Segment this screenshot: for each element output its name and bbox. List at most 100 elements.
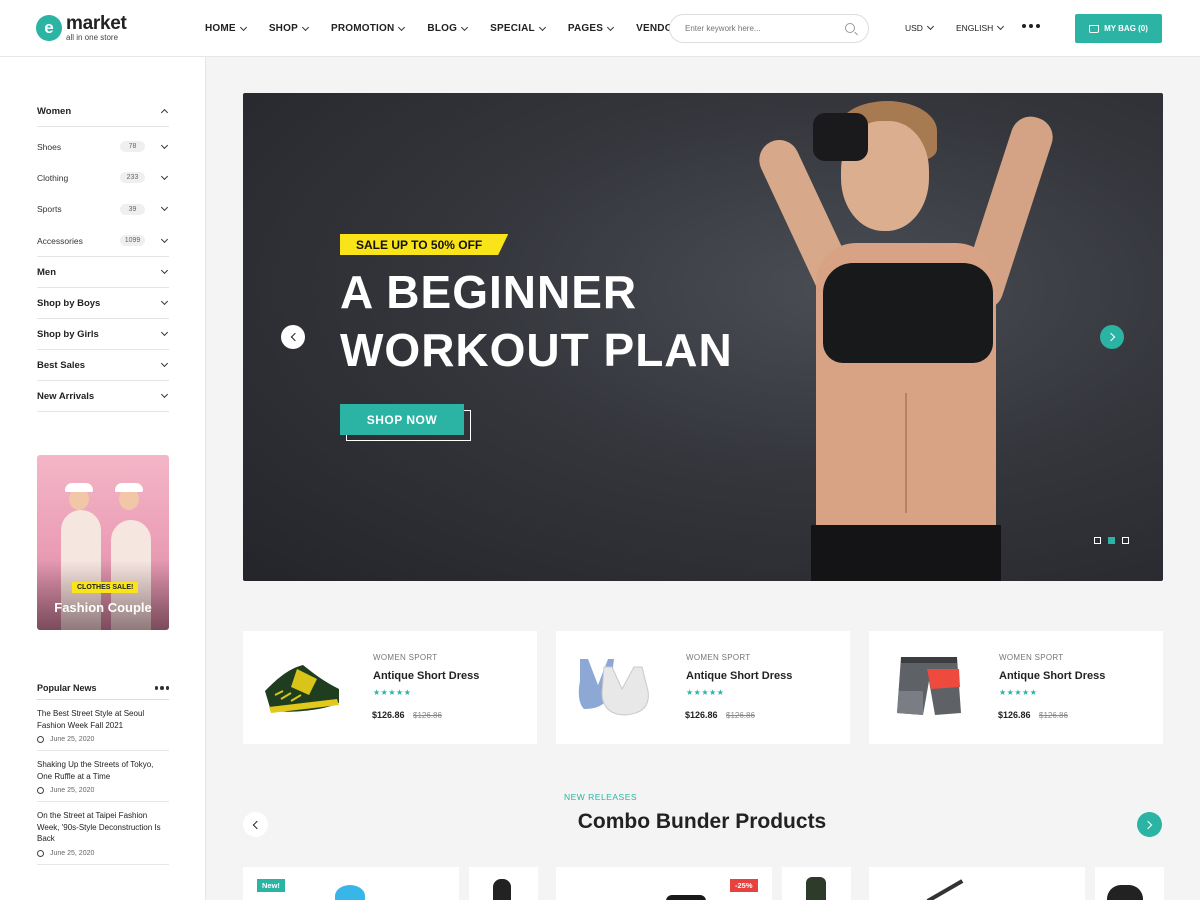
chevron-down-icon [607, 23, 615, 31]
product-price: $126.86 [372, 710, 405, 720]
cap-icon [65, 483, 93, 492]
section-subtitle: NEW RELEASES [563, 792, 638, 802]
product-old-price: $126.86 [413, 711, 442, 720]
hero-sale-badge: SALE UP TO 50% OFF [340, 234, 509, 255]
combo-product-thumb[interactable] [782, 867, 851, 900]
category-best-sales[interactable]: Best Sales [37, 350, 169, 382]
hero-slider: SALE UP TO 50% OFF A BEGINNER WORKOUT PL… [243, 93, 1163, 581]
combo-next-button[interactable] [1137, 812, 1162, 837]
combo-product-card[interactable]: New! [243, 867, 459, 900]
hero-prev-button[interactable] [281, 325, 305, 349]
combo-product-thumb[interactable] [469, 867, 538, 900]
subcategory-shoes[interactable]: Shoes 78 [37, 131, 169, 162]
product-card[interactable]: WOMEN SPORT Antique Short Dress ★★★★★ $1… [556, 631, 850, 744]
combo-prev-button[interactable] [243, 812, 268, 837]
popular-news: Popular News The Best Street Style at Se… [37, 677, 169, 865]
chevron-up-icon [160, 108, 169, 116]
chevron-down-icon [160, 329, 169, 337]
search-input[interactable] [685, 24, 835, 33]
search-box [669, 14, 869, 43]
top-header: e market all in one store HOME SHOP PROM… [0, 0, 1200, 57]
hero-model-image [752, 93, 1071, 581]
chevron-down-icon [461, 23, 469, 31]
shop-now-button[interactable]: SHOP NOW [340, 404, 464, 435]
product-price: $126.86 [998, 710, 1031, 720]
nav-special[interactable]: SPECIAL [490, 23, 546, 34]
product-old-price: $126.86 [726, 711, 755, 720]
chevron-down-icon [926, 22, 934, 31]
nav-blog[interactable]: BLOG [427, 23, 469, 34]
subcategory-sports[interactable]: Sports 39 [37, 194, 169, 225]
combo-product-card[interactable]: -25% [556, 867, 772, 900]
nav-promotion[interactable]: PROMOTION [331, 23, 406, 34]
chevron-left-icon [252, 820, 262, 829]
product-image [926, 879, 964, 900]
news-item[interactable]: The Best Street Style at Seoul Fashion W… [37, 700, 169, 751]
shorts-image [897, 657, 961, 715]
product-image [1107, 885, 1143, 900]
logo-tagline: all in one store [66, 33, 119, 42]
product-name[interactable]: Antique Short Dress [373, 670, 479, 682]
product-name[interactable]: Antique Short Dress [686, 670, 792, 682]
more-options-icon[interactable] [154, 686, 169, 690]
slider-dot[interactable] [1094, 537, 1101, 544]
news-item[interactable]: Shaking Up the Streets of Tokyo, One Ruf… [37, 751, 169, 802]
slider-dot[interactable] [1108, 537, 1115, 544]
combo-product-card[interactable] [869, 867, 1085, 900]
slider-pagination [1094, 537, 1129, 544]
product-card[interactable]: WOMEN SPORT Antique Short Dress ★★★★★ $1… [243, 631, 537, 744]
chevron-down-icon [160, 391, 169, 399]
section-title: Combo Bunder Products [577, 810, 827, 833]
chevron-down-icon [301, 23, 309, 31]
my-bag-button[interactable]: MY BAG (0) [1075, 14, 1162, 43]
category-men[interactable]: Men [37, 257, 169, 289]
promo-title: Fashion Couple [54, 600, 152, 615]
nav-shop[interactable]: SHOP [269, 23, 309, 34]
slider-dot[interactable] [1122, 537, 1129, 544]
more-options-icon[interactable] [1022, 24, 1040, 28]
star-rating-icon: ★★★★★ [373, 688, 412, 697]
count-badge: 1099 [120, 235, 145, 247]
nav-home[interactable]: HOME [205, 23, 247, 34]
product-image [666, 895, 706, 900]
category-shop-by-girls[interactable]: Shop by Girls [37, 319, 169, 351]
category-menu: Women Shoes 78 Clothing 233 Sports 39 Ac… [37, 96, 169, 413]
chevron-down-icon [160, 141, 169, 149]
news-item[interactable]: On the Street at Taipei Fashion Week, '9… [37, 802, 169, 865]
category-new-arrivals[interactable]: New Arrivals [37, 381, 169, 413]
chevron-down-icon [538, 23, 546, 31]
category-women[interactable]: Women [37, 96, 169, 127]
chevron-down-icon [160, 360, 169, 368]
chevron-down-icon [160, 298, 169, 306]
chevron-down-icon [160, 267, 169, 275]
search-icon[interactable] [845, 23, 855, 33]
hero-title: A BEGINNER WORKOUT PLAN [340, 266, 733, 376]
logo[interactable]: e market all in one store [36, 14, 127, 42]
product-card[interactable]: WOMEN SPORT Antique Short Dress ★★★★★ $1… [869, 631, 1163, 744]
currency-select[interactable]: USD [905, 22, 934, 33]
promo-banner[interactable]: CLOTHES SALE! Fashion Couple [37, 455, 169, 630]
clock-icon [37, 787, 44, 794]
combo-product-thumb[interactable] [1095, 867, 1164, 900]
nav-pages[interactable]: PAGES [568, 23, 615, 34]
hero-next-button[interactable] [1100, 325, 1124, 349]
chevron-right-icon [1106, 332, 1115, 342]
product-image [335, 885, 365, 900]
sneaker-image [265, 665, 339, 713]
language-select[interactable]: ENGLISH [956, 22, 1005, 33]
main-nav: HOME SHOP PROMOTION BLOG SPECIAL PAGES V… [205, 0, 713, 57]
news-heading: Popular News [37, 683, 97, 693]
product-image [493, 879, 511, 900]
glove-icon [813, 113, 868, 161]
subcategory-accessories[interactable]: Accessories 1099 [37, 225, 169, 256]
subcategory-clothing[interactable]: Clothing 233 [37, 162, 169, 193]
count-badge: 39 [120, 203, 145, 215]
chevron-down-icon [997, 22, 1005, 31]
product-old-price: $126.86 [1039, 711, 1068, 720]
clock-icon [37, 849, 44, 857]
category-shop-by-boys[interactable]: Shop by Boys [37, 288, 169, 320]
product-name[interactable]: Antique Short Dress [999, 670, 1105, 682]
product-image [806, 877, 826, 900]
promo-badge: CLOTHES SALE! [72, 582, 139, 593]
logo-name: market [66, 13, 127, 34]
